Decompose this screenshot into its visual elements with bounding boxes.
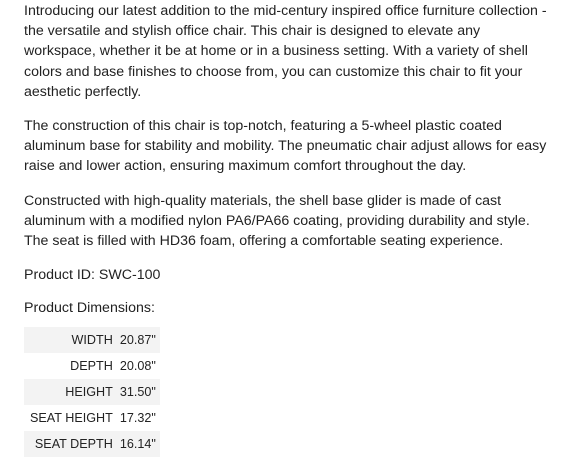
dimension-label: SEAT HEIGHT xyxy=(24,404,120,431)
dimension-row-seat-depth: SEAT DEPTH 16.14" xyxy=(24,430,160,457)
dimensions-table: WIDTH 20.87" DEPTH 20.08" HEIGHT 31.50" … xyxy=(24,326,160,457)
description-paragraph-1: Introducing our latest addition to the m… xyxy=(24,3,547,100)
description-paragraph-3: Constructed with high-quality materials,… xyxy=(24,192,530,250)
dimension-row-height: HEIGHT 31.50" xyxy=(24,378,160,405)
product-id: Product ID: SWC-100 xyxy=(24,267,161,284)
dimension-label: WIDTH xyxy=(24,326,120,353)
dimension-label: SEAT DEPTH xyxy=(24,430,120,457)
dimension-value: 20.08" xyxy=(119,352,160,379)
dimension-value: 17.32" xyxy=(119,404,160,431)
dimension-row-width: WIDTH 20.87" xyxy=(24,326,160,353)
product-description-panel: Introducing our latest addition to the m… xyxy=(0,1,576,457)
dimension-label: DEPTH xyxy=(24,352,120,379)
dimension-value: 31.50" xyxy=(119,378,160,405)
dimension-row-seat-height: SEAT HEIGHT 17.32" xyxy=(24,404,160,431)
product-dimensions-heading: Product Dimensions: xyxy=(24,300,155,317)
description-paragraph-2: The construction of this chair is top-no… xyxy=(24,118,547,175)
dimension-value: 16.14" xyxy=(119,430,160,457)
dimension-row-depth: DEPTH 20.08" xyxy=(24,352,160,379)
dimension-label: HEIGHT xyxy=(24,378,120,405)
dimension-value: 20.87" xyxy=(119,326,160,353)
